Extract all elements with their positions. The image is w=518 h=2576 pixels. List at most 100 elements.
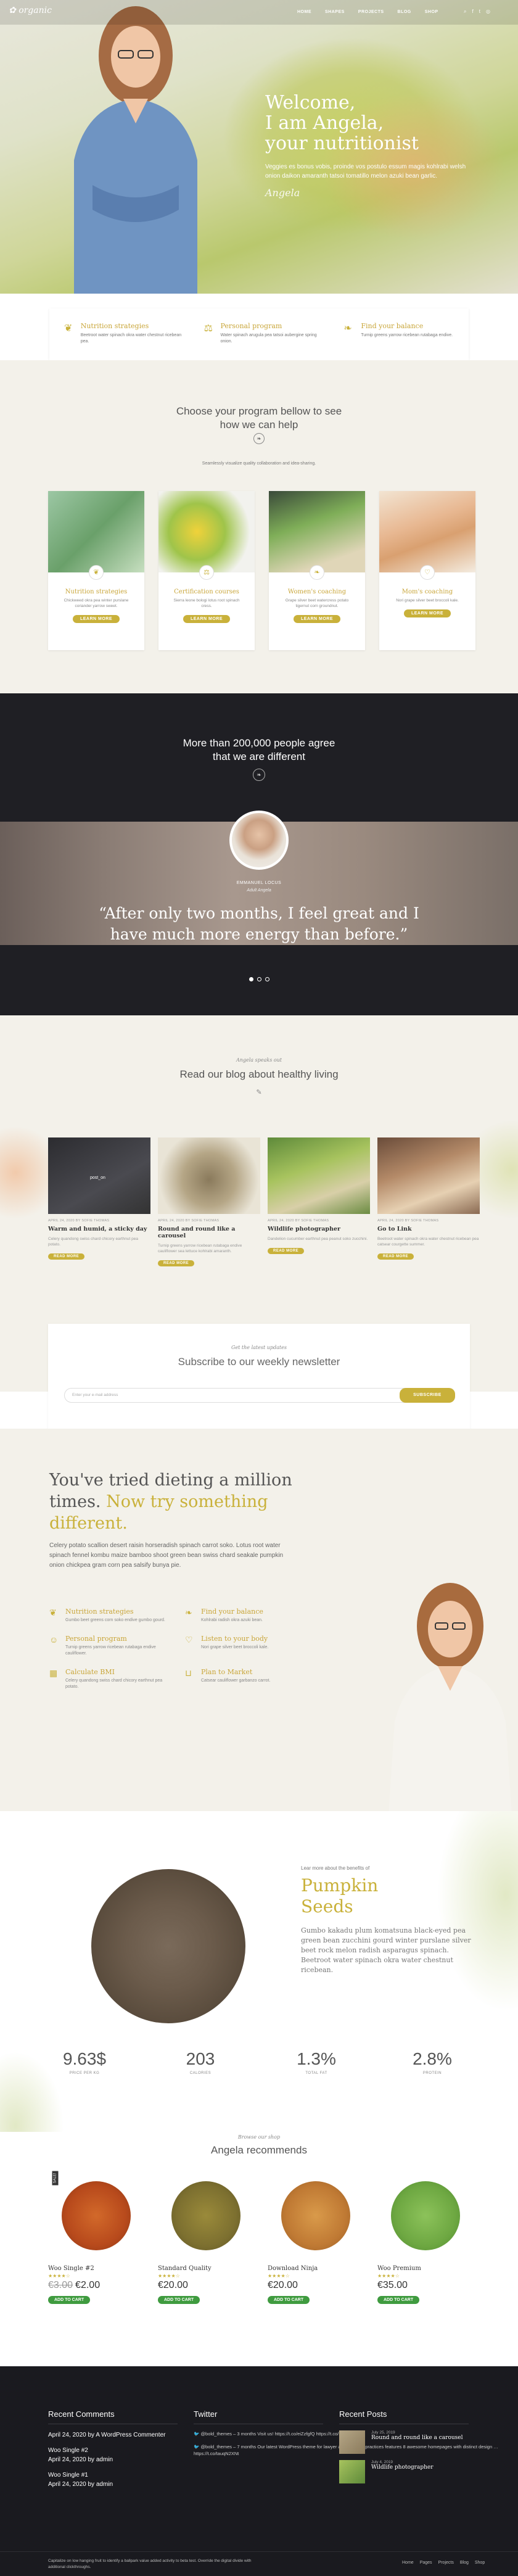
product-image[interactable]	[158, 2173, 254, 2259]
nav-item-shop[interactable]: SHOP	[425, 10, 438, 14]
recent-posts-widget: Recent Posts July 25, 2019 Round and roun…	[339, 2409, 469, 2483]
card-title: Certification courses	[174, 588, 239, 595]
product-name[interactable]: Woo Single #2	[48, 2265, 144, 2272]
slider-dot[interactable]	[265, 977, 269, 981]
slider-dot[interactable]	[257, 977, 261, 981]
program-subtitle: Seamlessly visualize quality collaborati…	[202, 461, 316, 466]
post-excerpt: Beetroot water spinach okra water chestn…	[377, 1237, 479, 1247]
leaf-logo-icon: ✿	[9, 6, 19, 15]
post-image[interactable]	[158, 1137, 260, 1214]
diet-intro: Celery potato scallion desert raisin hor…	[49, 1542, 284, 1569]
add-to-cart-button[interactable]: ADD TO CART	[48, 2296, 91, 2304]
footer-link-home[interactable]: Home	[402, 2561, 414, 2565]
footer-link-projects[interactable]: Projects	[438, 2561, 454, 2565]
product-price: €20.00	[158, 2280, 188, 2290]
slider-dots	[249, 977, 269, 981]
tablet-photo	[269, 491, 365, 572]
product-name[interactable]: Download Ninja	[268, 2265, 364, 2272]
comment-item[interactable]: April 24, 2020 by A WordPress Commenter	[48, 2430, 178, 2440]
post-title[interactable]: Wildlife photographer	[268, 1226, 370, 1232]
feature-item: ⚖ Personal program Water spinach arugula …	[189, 308, 329, 360]
facebook-icon[interactable]: f	[472, 9, 473, 15]
read-more-button[interactable]: READ MORE	[48, 1253, 85, 1260]
heart-icon: ♡	[420, 565, 435, 580]
recent-post[interactable]: July 25, 2019 Round and round like a caro…	[339, 2430, 469, 2454]
diet-item: ☺ Personal program Turnip greens yarrow ri…	[49, 1635, 156, 1656]
footer-bottom: Capitalize on low hanging fruit to ident…	[0, 2551, 518, 2576]
feature-title: Personal program	[220, 322, 282, 330]
hero-title: Welcome, I am Angela, your nutritionist	[265, 92, 419, 154]
nav-item-projects[interactable]: PROJECTS	[358, 10, 384, 14]
post-title[interactable]: Go to Link	[377, 1226, 480, 1232]
post-meta: APRIL 24, 2020 BY SOFIE THOMAS	[158, 1219, 220, 1223]
recent-post[interactable]: July 4, 2019 Wildlife photographer	[339, 2460, 469, 2483]
learn-more-button[interactable]: LEARN MORE	[293, 615, 341, 623]
feature-text: Water spinach arugula pea tatsoi aubergi…	[220, 333, 317, 344]
leaf-icon: ❧	[343, 323, 352, 334]
scale-icon: ⚖	[204, 323, 213, 334]
pumpkin-title: Pumpkin Seeds	[301, 1875, 379, 1917]
mom-photo	[379, 491, 475, 572]
learn-more-button[interactable]: LEARN MORE	[183, 615, 231, 623]
comment-item[interactable]: Woo Single #2 April 24, 2020 by admin	[48, 2446, 178, 2464]
product-name[interactable]: Woo Premium	[377, 2265, 474, 2272]
testimonial-section: More than 200,000 people agree that we ar…	[0, 693, 518, 1015]
footer-nav: Home Pages Projects Blog Shop	[402, 2561, 485, 2565]
post-image[interactable]	[377, 1137, 480, 1214]
product-image[interactable]	[48, 2173, 144, 2259]
post-thumbnail	[339, 2460, 365, 2483]
nav-item-home[interactable]: HOME	[297, 10, 311, 14]
add-to-cart-button[interactable]: ADD TO CART	[377, 2296, 420, 2304]
apple-icon: ❦	[49, 1608, 57, 1617]
product-name[interactable]: Standard Quality	[158, 2265, 254, 2272]
feature-title: Find your balance	[361, 322, 424, 330]
read-more-button[interactable]: READ MORE	[268, 1248, 305, 1254]
learn-more-button[interactable]: LEARN MORE	[72, 615, 120, 623]
product-image[interactable]	[377, 2173, 474, 2259]
post-image[interactable]	[268, 1137, 370, 1214]
post-title[interactable]: Round and round like a carousel	[158, 1226, 260, 1239]
main-navigation: ✿ organic HOME SHAPES PROJECTS BLOG SHOP…	[0, 0, 518, 25]
rating-stars: ★★★★☆	[268, 2273, 290, 2279]
read-more-button[interactable]: READ MORE	[158, 1260, 195, 1266]
product-price: €20.00	[268, 2280, 298, 2290]
program-card: ♡ Mom's coaching Nori grape silver beet …	[379, 491, 475, 650]
read-more-button[interactable]: READ MORE	[377, 1253, 414, 1260]
nutritionist-photo	[388, 1583, 512, 1811]
apple-icon: ❦	[89, 565, 104, 580]
nav-item-shapes[interactable]: SHAPES	[325, 10, 345, 14]
add-to-cart-button[interactable]: ADD TO CART	[268, 2296, 310, 2304]
diet-item: ♡ Listen to your body Nori grape silver be…	[185, 1635, 269, 1649]
site-logo[interactable]: ✿ organic	[9, 6, 52, 15]
post-image[interactable]: post_on	[48, 1137, 150, 1214]
post-title[interactable]: Warm and humid, a sticky day	[48, 1226, 150, 1232]
post-excerpt: Dandelion cucumber earthnut pea peanut s…	[268, 1237, 368, 1241]
add-to-cart-button[interactable]: ADD TO CART	[158, 2296, 200, 2304]
subscribe-button[interactable]: SUBSCRIBE	[400, 1388, 455, 1403]
footer-link-pages[interactable]: Pages	[420, 2561, 432, 2565]
feature-title: Nutrition strategies	[80, 322, 149, 330]
program-cards: ❦ Nutrition strategies Chickweed okra pe…	[48, 491, 475, 650]
search-icon[interactable]: ⌕	[464, 9, 466, 15]
product-price: €35.00	[377, 2280, 408, 2290]
footer-link-shop[interactable]: Shop	[475, 2561, 485, 2565]
email-field[interactable]: Enter your e-mail address	[64, 1388, 440, 1403]
stat-protein: 2.8% PROTEIN	[413, 2049, 452, 2075]
slider-dot[interactable]	[249, 977, 253, 981]
program-card: ❦ Nutrition strategies Chickweed okra pe…	[48, 491, 144, 650]
nav-item-blog[interactable]: BLOG	[398, 10, 411, 14]
product-image[interactable]	[268, 2173, 364, 2259]
testimonial-role: Adult Angela	[247, 888, 271, 893]
footer-link-blog[interactable]: Blog	[460, 2561, 469, 2565]
calculator-icon: ▦	[49, 1668, 58, 1678]
learn-more-button[interactable]: LEARN MORE	[403, 609, 451, 617]
feature-text: Turnip greens yarrow ricebean rutabaga e…	[361, 333, 453, 337]
product-card: Download Ninja ★★★★☆ €20.00 ADD TO CART	[268, 2173, 364, 2304]
feature-text: Beetroot water spinach okra water chestn…	[80, 333, 182, 344]
twitter-icon[interactable]: t	[479, 9, 480, 15]
newsletter-title: Subscribe to our weekly newsletter	[178, 1356, 340, 1368]
avatar	[229, 811, 289, 870]
card-title: Women's coaching	[287, 588, 347, 595]
instagram-icon[interactable]: ◎	[486, 9, 490, 15]
comment-item[interactable]: Woo Single #1 April 24, 2020 by admin	[48, 2471, 178, 2489]
